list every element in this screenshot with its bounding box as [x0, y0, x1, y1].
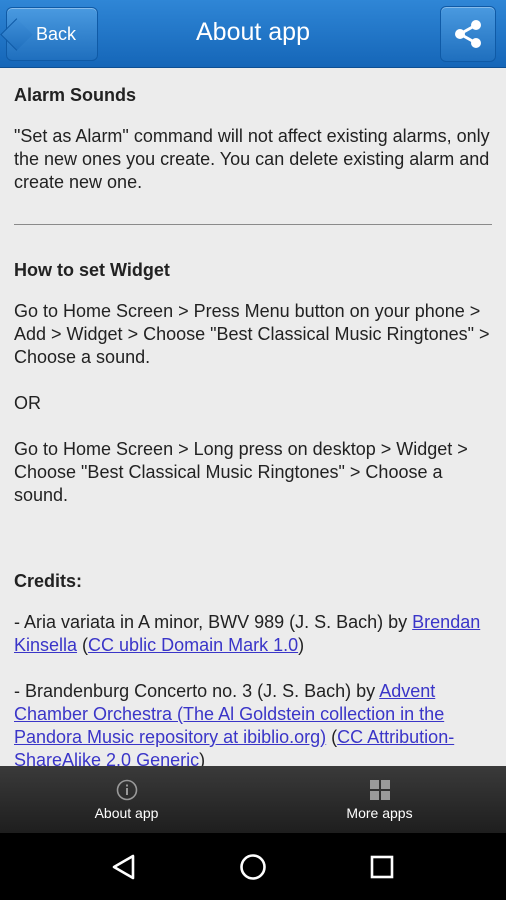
- back-button-label: Back: [35, 23, 77, 44]
- bottom-tab-bar: About app More apps: [0, 766, 506, 833]
- info-icon: [116, 779, 137, 800]
- credit-2-close-paren: ): [199, 750, 206, 766]
- credit-1-license-link[interactable]: CC ublic Domain Mark 1.0: [88, 635, 298, 655]
- credit-item-1: - Aria variata in A minor, BWV 989 (J. S…: [14, 611, 492, 657]
- credit-item-2: - Brandenburg Concerto no. 3 (J. S. Bach…: [14, 680, 492, 766]
- credit-1-close-paren: ): [298, 635, 305, 655]
- widget-or-label: OR: [14, 393, 41, 413]
- alarm-sounds-heading: Alarm Sounds: [14, 85, 137, 105]
- nav-home-icon[interactable]: [238, 852, 268, 882]
- widget-instructions-2: Go to Home Screen > Long press on deskto…: [14, 439, 468, 505]
- credit-1-text: - Aria variata in A minor, BWV 989 (J. S…: [14, 612, 413, 632]
- widget-heading: How to set Widget: [14, 260, 170, 280]
- credit-2-open-paren: (: [326, 727, 338, 747]
- share-button[interactable]: [440, 6, 496, 62]
- grid-icon: [369, 779, 390, 800]
- about-content[interactable]: Alarm Sounds "Set as Alarm" command will…: [0, 68, 506, 766]
- credit-2-text: - Brandenburg Concerto no. 3 (J. S. Bach…: [14, 681, 380, 701]
- credits-heading: Credits:: [14, 571, 83, 591]
- nav-back-icon[interactable]: [109, 852, 139, 882]
- tab-more-apps-label: More apps: [346, 804, 413, 821]
- page-title: About app: [196, 18, 310, 46]
- share-icon: [455, 20, 481, 48]
- app-header: Back About app: [0, 0, 506, 68]
- tab-more-apps[interactable]: More apps: [253, 766, 506, 833]
- tab-about-app-label: About app: [94, 804, 159, 821]
- section-divider: [14, 224, 492, 225]
- alarm-sounds-text: "Set as Alarm" command will not affect e…: [14, 126, 490, 192]
- back-button[interactable]: Back: [6, 7, 98, 61]
- system-nav-bar: [0, 833, 506, 900]
- credit-1-open-paren: (: [77, 635, 89, 655]
- tab-about-app[interactable]: About app: [0, 766, 253, 833]
- nav-recents-icon[interactable]: [367, 852, 397, 882]
- widget-instructions-1: Go to Home Screen > Press Menu button on…: [14, 301, 490, 367]
